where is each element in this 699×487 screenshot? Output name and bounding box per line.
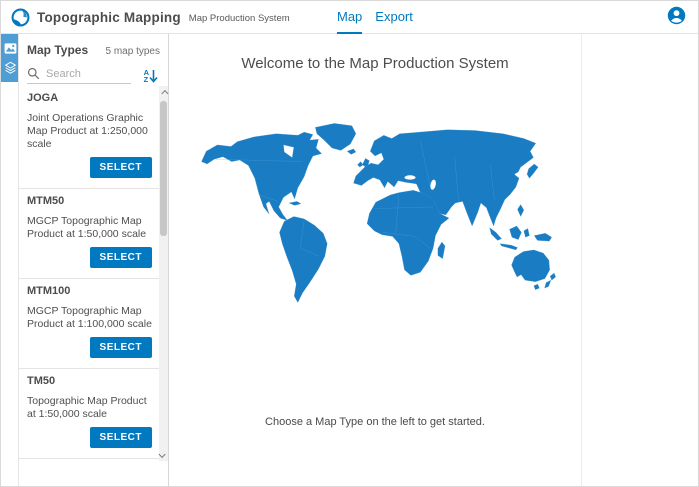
map-type-name: MTM100 [27,285,152,297]
map-type-description: Topographic Map Product at 1:50,000 scal… [27,395,152,421]
map-type-item-mtm100: MTM100 MGCP Topographic Map Product at 1… [19,279,160,369]
map-type-list: JOGA Joint Operations Graphic Map Produc… [19,86,160,461]
map-type-description: MGCP Topographic Map Product at 1:50,000… [27,215,152,241]
map-type-description: MGCP Topographic Map Product at 1:100,00… [27,305,152,331]
select-button[interactable]: SELECT [90,247,152,268]
basemap-icon [4,43,17,54]
layers-tool-button[interactable] [1,58,19,78]
select-button[interactable]: SELECT [90,337,152,358]
welcome-title: Welcome to the Map Production System [169,55,581,72]
tool-strip [1,34,19,486]
sort-az-button[interactable]: A Z [144,69,158,83]
search-box [27,67,131,84]
search-icon [27,67,40,80]
select-button[interactable]: SELECT [90,157,152,178]
map-type-count: 5 map types [106,46,160,57]
map-type-name: TM50 [27,375,152,387]
sort-arrow-icon [149,69,158,83]
user-avatar-icon[interactable] [667,6,686,25]
map-type-description: Joint Operations Graphic Map Product at … [27,112,152,151]
instruction-text: Choose a Map Type on the left to get sta… [169,416,581,428]
app-logo-icon [11,8,30,27]
map-types-panel: Map Types 5 map types A Z JOGA Joint Ope… [19,34,169,486]
app-header: Topographic Mapping Map Production Syste… [1,1,698,34]
nav-tab-export[interactable]: Export [375,1,413,34]
app-title: Topographic Mapping [37,10,181,25]
map-type-name: JOGA [27,92,152,104]
map-type-name: MTM50 [27,195,152,207]
brand: Topographic Mapping Map Production Syste… [11,1,290,34]
select-button[interactable]: SELECT [90,427,152,448]
map-type-item-joga: JOGA Joint Operations Graphic Map Produc… [19,86,160,189]
app-subtitle: Map Production System [189,11,290,24]
search-input[interactable] [40,68,122,80]
nav-tab-map[interactable]: Map [337,1,362,34]
scrollbar-thumb[interactable] [160,101,167,236]
map-type-item-tm50: TM50 Topographic Map Product at 1:50,000… [19,369,160,459]
scroll-up-arrow[interactable] [159,87,168,99]
map-type-item-tm100: TM100 [19,459,160,461]
basemap-tool-button[interactable] [1,38,19,58]
world-map-image [176,117,574,316]
panel-title: Map Types [27,43,88,57]
world-map [176,117,574,316]
top-nav: Map Export [337,1,426,34]
sidebar-scrollbar[interactable] [159,86,168,461]
scroll-down-arrow[interactable] [159,448,168,460]
layers-icon [4,61,17,75]
map-type-item-mtm50: MTM50 MGCP Topographic Map Product at 1:… [19,189,160,279]
welcome-panel: Welcome to the Map Production System [169,34,582,486]
